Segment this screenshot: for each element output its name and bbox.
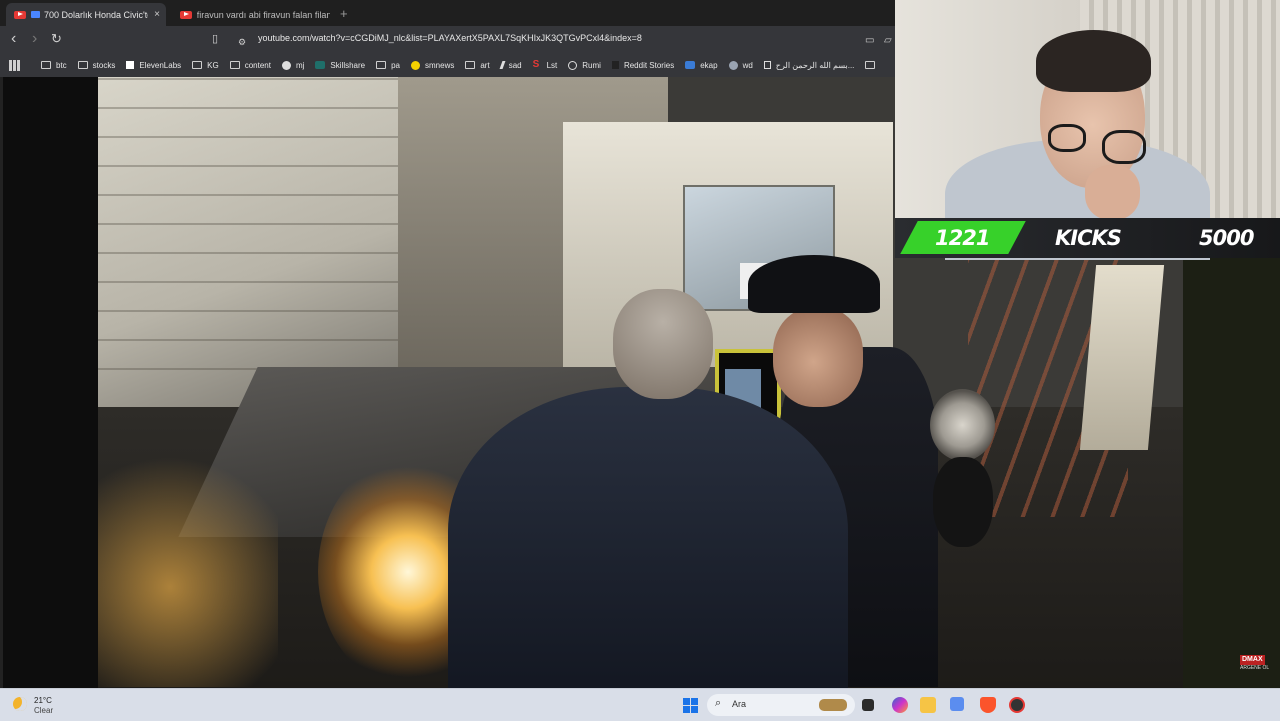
bookmark-mj[interactable]: mj	[281, 60, 304, 70]
moon-icon[interactable]	[13, 697, 27, 711]
bookmark-elevenlabs[interactable]: ElevenLabs	[126, 61, 181, 70]
tab-firavun[interactable]: firavun vardı abi firavun falan filan di	[172, 3, 330, 26]
tab-honda-civic[interactable]: 700 Dolarlık Honda Civic'ten ×	[6, 3, 166, 26]
folder-icon	[77, 61, 88, 69]
elevenlabs-icon	[126, 61, 135, 69]
search-highlight-image	[819, 699, 847, 711]
apps-grid-icon[interactable]	[9, 59, 25, 71]
cast-icon[interactable]: ▭	[865, 33, 874, 49]
bookmark-reddit-stories[interactable]: Reddit Stories	[611, 61, 674, 70]
bookmark-stocks[interactable]: stocks	[77, 61, 115, 70]
youtube-icon	[14, 10, 26, 19]
bookmark-ekap[interactable]: ekap	[685, 61, 718, 70]
address-bar[interactable]: youtube.com/watch?v=cCGDiMJ_nlc&list=PLA…	[258, 33, 642, 43]
snipping-tool-icon[interactable]	[950, 697, 964, 711]
bookmark-skillshare[interactable]: Skillshare	[315, 61, 365, 70]
new-tab-button[interactable]: +	[340, 6, 348, 21]
glasses-icon	[1048, 124, 1086, 152]
back-icon[interactable]: ‹	[11, 31, 16, 47]
folder-icon	[865, 61, 876, 69]
person-left	[448, 387, 848, 688]
bookmark-content[interactable]: content	[229, 61, 271, 70]
close-tab-icon[interactable]: ×	[154, 9, 160, 20]
github-icon	[281, 60, 291, 70]
channel-logo-sub: ARGENE OL	[1240, 665, 1270, 671]
baseball-cap	[748, 255, 880, 313]
brake-disc	[930, 389, 995, 461]
youtube-icon	[180, 10, 192, 19]
bookmark-rumi[interactable]: Rumi	[568, 60, 601, 70]
kicks-goal: 5000	[1199, 226, 1254, 250]
weather-condition[interactable]: Clear	[34, 706, 53, 715]
tab-title: 700 Dolarlık Honda Civic'ten	[44, 9, 148, 20]
weather-temperature[interactable]: 21°C	[34, 696, 52, 705]
tab-title: firavun vardı abi firavun falan filan di	[196, 9, 330, 20]
skillshare-icon	[315, 61, 326, 69]
tire	[933, 457, 993, 547]
page-icon	[763, 61, 771, 69]
bookmarks-bar: btc stocks ElevenLabs KG content mj Skil…	[0, 53, 895, 78]
sad-icon	[499, 61, 506, 69]
search-icon: ⌕	[715, 697, 722, 709]
copilot-icon[interactable]	[892, 697, 908, 713]
bookmark-overflow-folder[interactable]	[865, 61, 880, 69]
reload-icon[interactable]: ↻	[51, 31, 62, 47]
browser-toolbar: ‹ › ↻ ▯ ⚙ youtube.com/watch?v=cCGDiMJ_nl…	[0, 26, 895, 53]
site-info-icon[interactable]: ⚙	[238, 34, 246, 50]
tab-group-chip-icon	[31, 11, 40, 18]
channel-logo: DMAX	[1240, 655, 1265, 665]
bookmark-kg[interactable]: KG	[192, 61, 219, 70]
obs-icon[interactable]	[1009, 697, 1025, 713]
doc-icon	[611, 61, 619, 69]
smnews-icon	[411, 60, 421, 70]
globe-icon	[568, 60, 578, 70]
windows-start-icon[interactable]	[683, 698, 698, 713]
bookmark-btc[interactable]: btc	[41, 61, 67, 70]
folder-icon	[192, 61, 203, 69]
bookmark-lst[interactable]: S Lst	[532, 59, 558, 70]
folder-icon	[465, 61, 476, 69]
spark-glow	[98, 437, 278, 687]
glasses-icon	[1102, 130, 1146, 164]
bookmark-star-icon[interactable]: ▯	[212, 31, 218, 47]
bookmark-wd[interactable]: wd	[728, 60, 753, 70]
folder-icon	[376, 61, 387, 69]
video-right-panel	[1183, 253, 1280, 688]
person-right-head	[773, 307, 863, 407]
kicks-count: 1221	[935, 226, 990, 250]
ekap-icon	[685, 61, 696, 69]
wd-icon	[728, 60, 738, 70]
tab-strip: 700 Dolarlık Honda Civic'ten × firavun v…	[0, 0, 895, 26]
extensions-icon[interactable]: ▱	[884, 33, 892, 49]
folder-icon	[229, 61, 240, 69]
brave-browser-icon[interactable]	[980, 697, 996, 713]
bookmark-art[interactable]: art	[465, 61, 490, 70]
kicks-label: KICKS	[1055, 226, 1122, 250]
folder-icon	[41, 61, 51, 69]
kicks-counter: 1221 KICKS 5000	[895, 218, 1280, 258]
task-view-icon[interactable]	[862, 699, 874, 711]
taskbar-search[interactable]: ⌕ Ara	[707, 694, 855, 716]
forward-icon[interactable]: ›	[32, 31, 37, 47]
bookmark-pa[interactable]: pa	[376, 61, 400, 70]
bookmark-sad[interactable]: sad	[499, 61, 522, 70]
video-left-panel	[0, 77, 98, 688]
streamer-hand	[1085, 165, 1140, 220]
s-logo-icon: S	[532, 59, 540, 70]
search-placeholder: Ara	[732, 699, 747, 709]
bookmark-arabic[interactable]: بسم الله الرحمن الرح...	[763, 61, 854, 70]
file-explorer-icon[interactable]	[920, 697, 936, 713]
bookmark-smnews[interactable]: smnews	[411, 60, 454, 70]
windows-taskbar: 21°C Clear ⌕ Ara	[0, 688, 1280, 721]
person-left-head	[613, 289, 713, 399]
streamer-hair	[1036, 30, 1151, 92]
